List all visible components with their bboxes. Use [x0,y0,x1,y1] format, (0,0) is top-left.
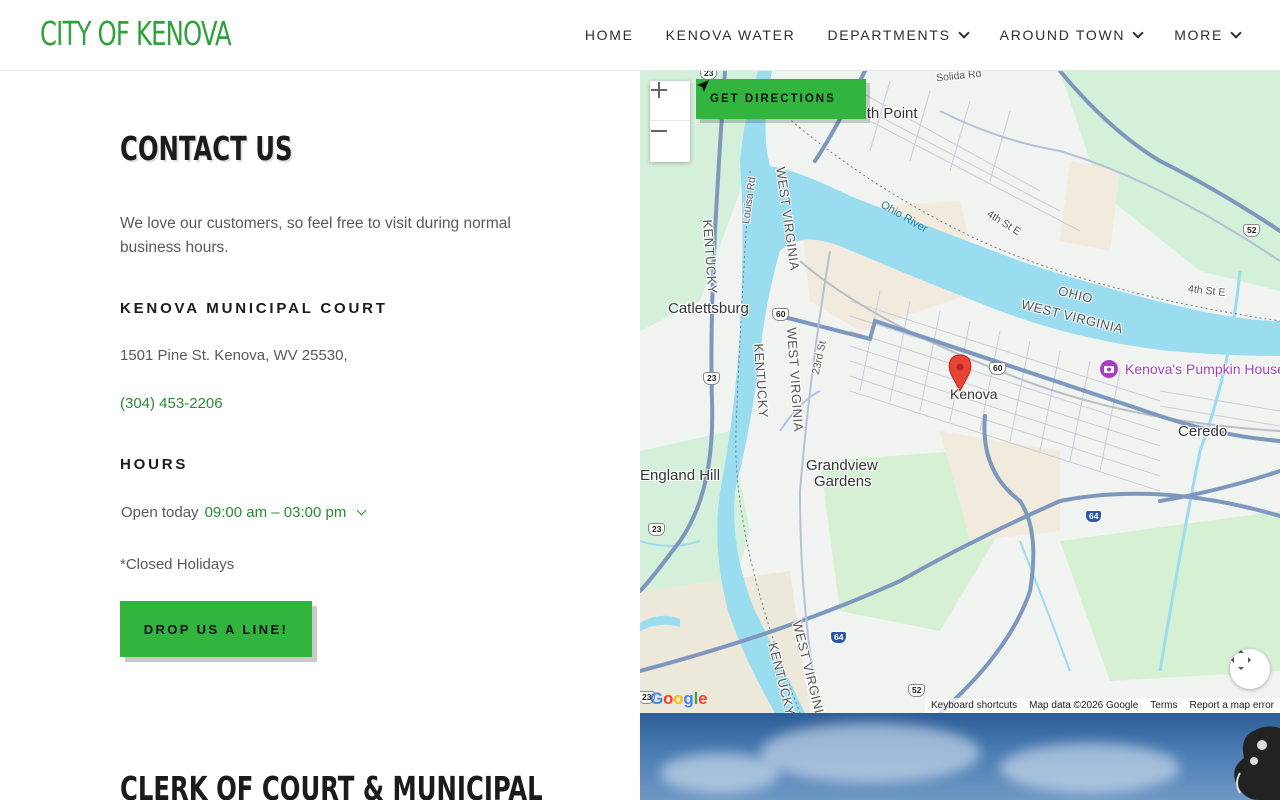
zoom-in-button[interactable] [650,81,690,121]
nav-departments[interactable]: DEPARTMENTS [827,26,970,43]
zoom-out-button[interactable] [650,122,690,162]
section-photo [640,713,1280,800]
nav-more-label: MORE [1174,27,1223,43]
court-address: 1501 Pine St. Kenova, WV 25530, [120,347,348,364]
google-logo: Google [650,689,708,708]
zoom-controls [650,81,690,162]
nav-kenova-water[interactable]: KENOVA WATER [666,27,796,43]
phone-link[interactable]: (304) 453-2206 [120,395,223,412]
nav-kenova-water-label: KENOVA WATER [665,27,796,43]
hours-heading: HOURS [120,456,189,473]
fullscreen-button[interactable] [1230,649,1270,689]
navigation-arrow-icon [697,80,709,92]
map-label-gardens: Gardens [814,473,872,490]
route-shield-i64: 64 [1085,510,1103,523]
chevron-down-icon[interactable] [356,505,367,516]
map-label-grandview: Grandview [806,457,878,474]
closed-holidays-note: *Closed Holidays [120,556,235,573]
nav-around-town[interactable]: AROUND TOWN [999,26,1144,43]
court-heading: KENOVA MUNICIPAL COURT [120,300,388,317]
route-shield-us23: 23 [703,372,721,385]
nav-around-town-label: AROUND TOWN [999,27,1126,43]
site-logo[interactable]: CITY OF KENOVA [40,14,232,53]
drop-us-a-line-button[interactable]: DROP US A LINE! [120,601,312,657]
nav-departments-label: DEPARTMENTS [827,27,951,43]
route-shield-us52: 52 [908,684,926,697]
google-map[interactable]: Solida Rd South Point Ohio River 4th St … [640,71,1280,713]
report-map-error-link[interactable]: Report a map error [1190,700,1274,711]
minus-icon [651,130,667,132]
contact-title: CONTACT US [120,129,293,168]
nav-home-label: HOME [584,27,634,43]
chevron-down-icon [1230,26,1242,39]
map-label-ceredo: Ceredo [1178,423,1228,440]
map-label-england-hill: England Hill [640,467,721,484]
expand-arrows-icon [1231,650,1251,670]
plus-icon [651,82,667,98]
nav-home[interactable]: HOME [585,27,634,43]
nav-more[interactable]: MORE [1174,26,1242,43]
hours-value: 09:00 am – 03:00 pm [204,504,347,521]
site-header: CITY OF KENOVA HOME KENOVA WATER DEPARTM… [0,0,1280,71]
hours-label: Open today [121,504,199,521]
map-label-kenova: Kenova [950,386,998,402]
decorative-figure-icon [1234,726,1280,800]
chevron-down-icon [1132,26,1144,39]
route-shield-us23: 23 [648,523,666,536]
route-shield-us60: 60 [772,308,790,321]
get-directions-button[interactable]: GET DIRECTIONS [696,79,866,119]
contact-section: CONTACT US We love our customers, so fee… [0,71,640,800]
keyboard-shortcuts-link[interactable]: Keyboard shortcuts [931,700,1017,711]
clerk-section-title: CLERK OF COURT & MUNICIPAL [120,769,543,800]
main-nav: HOME KENOVA WATER DEPARTMENTS AROUND TOW… [585,0,1242,70]
map-attribution: Keyboard shortcuts Map data ©2026 Google… [924,698,1280,713]
get-directions-label: GET DIRECTIONS [710,93,836,105]
contact-intro: We love our customers, so feel free to v… [120,215,511,256]
route-shield-us60: 60 [989,362,1007,375]
terms-link[interactable]: Terms [1150,700,1177,711]
chevron-down-icon [957,26,970,39]
route-shield-us52: 52 [1243,224,1261,237]
hours-row[interactable]: Open today 09:00 am – 03:00 pm [121,504,367,521]
map-data-text: Map data ©2026 Google [1029,700,1139,711]
route-shield-i64: 64 [830,631,848,644]
map-label-catlettsburg: Catlettsburg [668,300,749,317]
map-label-pumpkin-house[interactable]: Kenova's Pumpkin House [1125,361,1280,377]
